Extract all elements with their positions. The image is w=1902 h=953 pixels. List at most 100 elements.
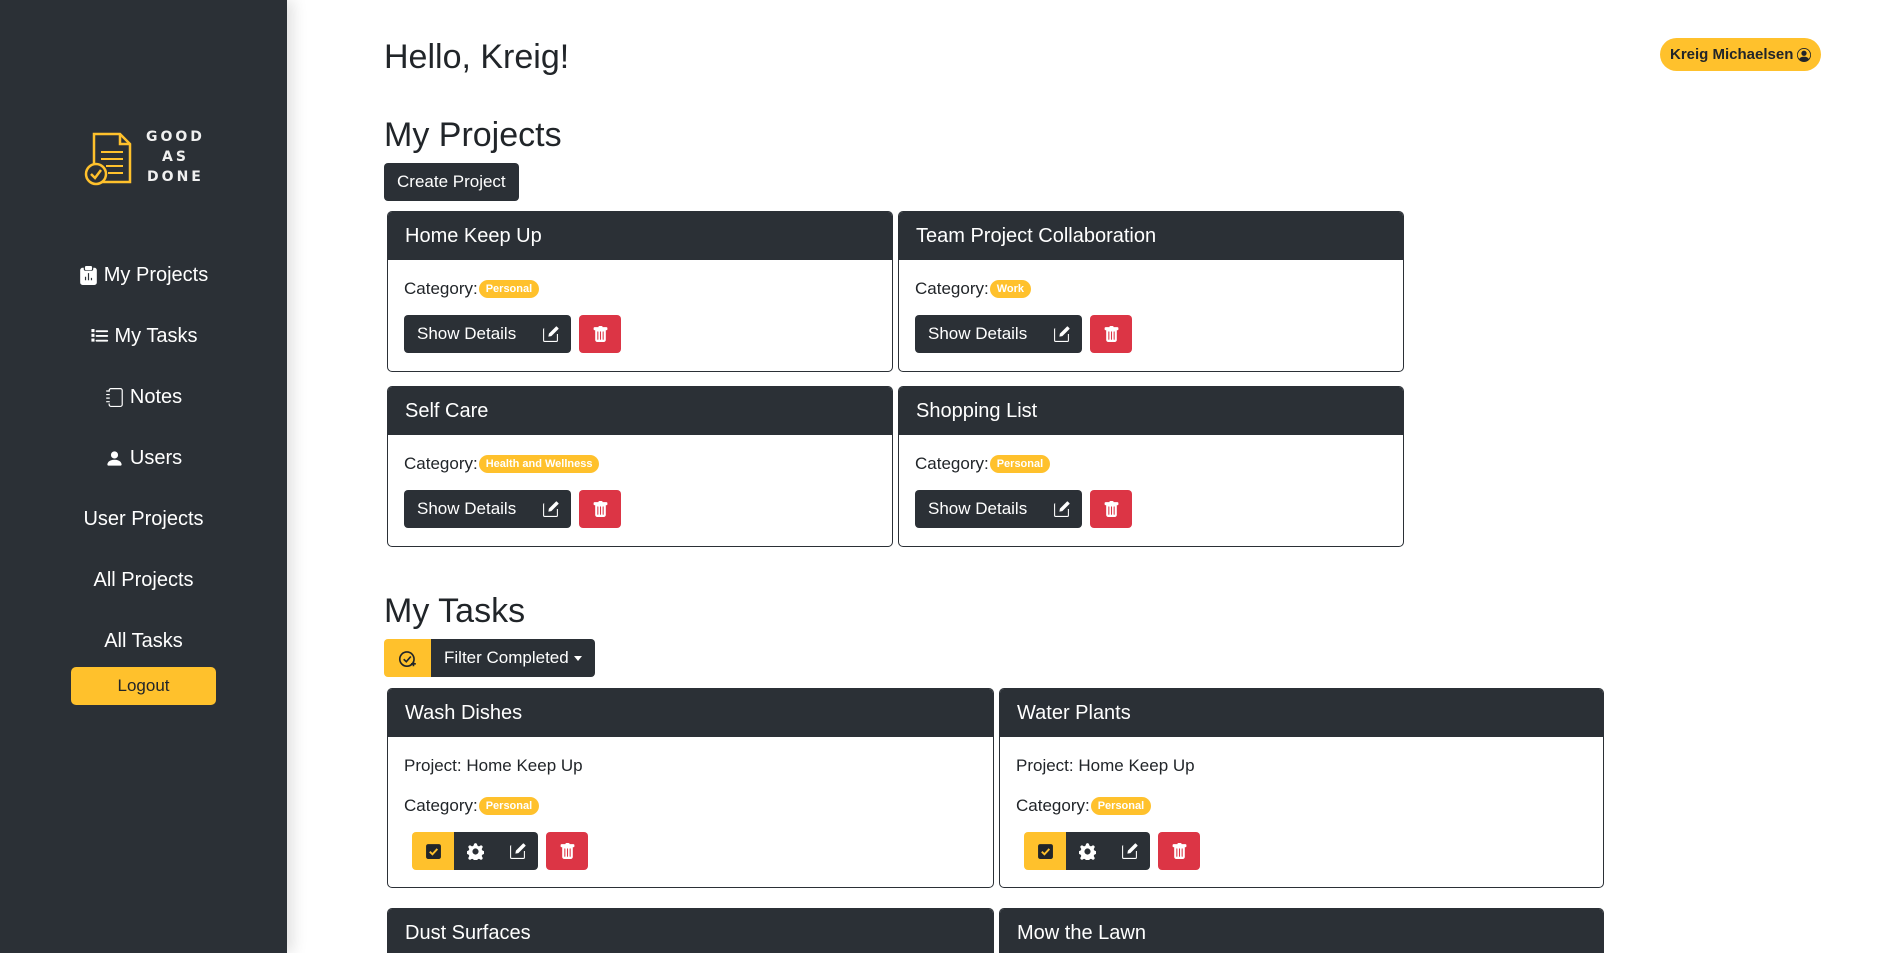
category-badge: Health and Wellness (478, 455, 600, 473)
checkbox-checked-icon (425, 843, 441, 859)
project-actions: Show Details (915, 315, 1387, 353)
task-settings-button[interactable] (454, 832, 496, 870)
sidebar-item-notes[interactable]: Notes (0, 367, 287, 428)
sidebar-item-label: User Projects (83, 508, 204, 530)
category-line: Category: Personal (404, 796, 977, 816)
sidebar-item-my-tasks[interactable]: My Tasks (0, 306, 287, 367)
person-icon (107, 451, 122, 466)
category-line: Category: Health and Wellness (404, 454, 876, 474)
pencil-square-icon (542, 500, 559, 517)
gear-icon (466, 842, 484, 860)
trash-icon (560, 842, 574, 859)
project-card: Shopping List Category: Personal Show De… (898, 386, 1404, 547)
sidebar-item-all-tasks[interactable]: All Tasks (0, 611, 287, 672)
app-logo[interactable]: GOOD AS DONE (84, 126, 205, 188)
logout-button[interactable]: Logout (71, 667, 216, 705)
list-check-icon (90, 329, 108, 342)
task-card: Mow the Lawn (999, 908, 1604, 953)
complete-task-button[interactable] (412, 832, 454, 870)
project-card: Home Keep Up Category: Personal Show Det… (387, 211, 893, 372)
category-badge: Personal (989, 455, 1051, 473)
category-badge: Work (989, 280, 1032, 298)
pencil-square-icon (509, 842, 526, 859)
edit-project-button[interactable] (1040, 490, 1083, 528)
sidebar-item-label: All Projects (93, 569, 194, 591)
create-project-button[interactable]: Create Project (384, 163, 519, 201)
sidebar-item-label: My Projects (103, 264, 209, 286)
edit-task-button[interactable] (1108, 832, 1150, 870)
sidebar-item-all-projects[interactable]: All Projects (0, 550, 287, 611)
sidebar-nav: My Projects My Tasks Notes Users User Pr… (0, 245, 287, 672)
sidebar-item-label: Notes (129, 386, 183, 408)
category-line: Category: Personal (915, 454, 1387, 474)
delete-task-button[interactable] (1158, 832, 1200, 870)
task-project-name: Home Keep Up (466, 756, 583, 775)
category-badge: Personal (1090, 797, 1152, 815)
my-tasks-heading: My Tasks (384, 592, 526, 630)
project-actions: Show Details (404, 315, 876, 353)
task-project-line: Project: Home Keep Up (1016, 756, 1587, 776)
sidebar-item-users[interactable]: Users (0, 428, 287, 489)
logo-line-3: DONE (147, 169, 204, 185)
user-name: Kreig Michaelsen (1670, 46, 1794, 63)
delete-project-button[interactable] (579, 490, 622, 528)
delete-project-button[interactable] (579, 315, 622, 353)
task-card: Dust Surfaces (387, 908, 994, 953)
task-settings-button[interactable] (1066, 832, 1108, 870)
pencil-square-icon (1053, 325, 1070, 342)
add-task-button[interactable] (384, 639, 431, 677)
category-prefix: Category: (915, 279, 989, 298)
project-card-body: Category: Health and Wellness Show Detai… (388, 454, 892, 528)
person-circle-icon (1797, 47, 1812, 62)
clipboard-data-icon (79, 266, 97, 285)
project-card-title: Shopping List (899, 387, 1403, 435)
task-card-body: Project: Home Keep Up Category: Personal (388, 756, 993, 870)
delete-project-button[interactable] (1090, 315, 1133, 353)
project-card: Self Care Category: Health and Wellness … (387, 386, 893, 547)
check-circle-plus-icon (398, 650, 416, 667)
edit-task-button[interactable] (496, 832, 538, 870)
project-prefix: Project: (404, 756, 462, 775)
edit-project-button[interactable] (529, 490, 572, 528)
category-badge: Personal (478, 797, 540, 815)
filter-completed-dropdown[interactable]: Filter Completed (431, 639, 595, 677)
task-card: Wash Dishes Project: Home Keep Up Catego… (387, 688, 994, 888)
task-toolbar: Filter Completed (384, 639, 595, 677)
delete-project-button[interactable] (1090, 490, 1133, 528)
show-details-button[interactable]: Show Details (404, 490, 530, 528)
edit-project-button[interactable] (529, 315, 572, 353)
project-card-title: Team Project Collaboration (899, 212, 1403, 260)
checkbox-checked-icon (1037, 843, 1053, 859)
show-details-button[interactable]: Show Details (915, 315, 1041, 353)
pencil-square-icon (1053, 500, 1070, 517)
sidebar-item-my-projects[interactable]: My Projects (0, 245, 287, 306)
show-details-button[interactable]: Show Details (404, 315, 530, 353)
task-project-line: Project: Home Keep Up (404, 756, 977, 776)
project-card-body: Category: Personal Show Details (899, 454, 1403, 528)
task-project-name: Home Keep Up (1078, 756, 1195, 775)
task-card-title: Wash Dishes (388, 689, 993, 737)
trash-icon (1104, 500, 1119, 517)
main-content: Hello, Kreig! Kreig Michaelsen My Projec… (384, 0, 1902, 953)
sidebar-item-user-projects[interactable]: User Projects (0, 489, 287, 550)
logo-line-2: AS (162, 149, 189, 165)
pencil-square-icon (1121, 842, 1138, 859)
project-card: Team Project Collaboration Category: Wor… (898, 211, 1404, 372)
show-details-button[interactable]: Show Details (915, 490, 1041, 528)
user-badge[interactable]: Kreig Michaelsen (1660, 38, 1822, 71)
edit-project-button[interactable] (1040, 315, 1083, 353)
gear-icon (1078, 842, 1096, 860)
task-card: Water Plants Project: Home Keep Up Categ… (999, 688, 1604, 888)
category-prefix: Category: (404, 279, 478, 298)
trash-icon (1172, 842, 1186, 859)
task-card-title: Water Plants (1000, 689, 1603, 737)
logo-text: GOOD AS DONE (146, 127, 205, 187)
sidebar: GOOD AS DONE My Projects My Tasks Notes … (0, 0, 287, 953)
caret-down-icon (573, 655, 582, 661)
category-prefix: Category: (915, 454, 989, 473)
project-card-body: Category: Work Show Details (899, 279, 1403, 353)
sidebar-item-label: My Tasks (114, 325, 198, 347)
sidebar-item-label: Users (129, 447, 183, 469)
complete-task-button[interactable] (1024, 832, 1066, 870)
delete-task-button[interactable] (546, 832, 588, 870)
